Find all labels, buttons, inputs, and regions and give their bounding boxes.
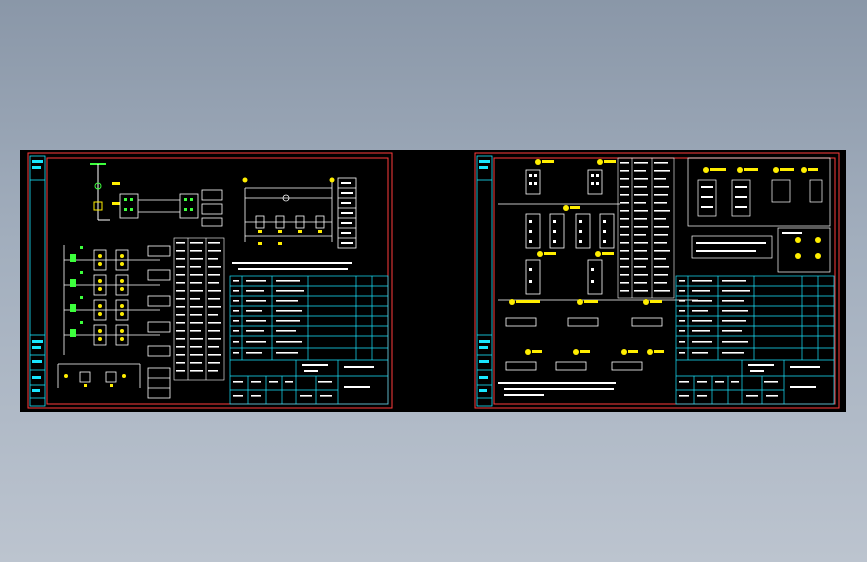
cad-model-space[interactable] — [20, 150, 846, 412]
drawing-svg — [20, 150, 846, 412]
